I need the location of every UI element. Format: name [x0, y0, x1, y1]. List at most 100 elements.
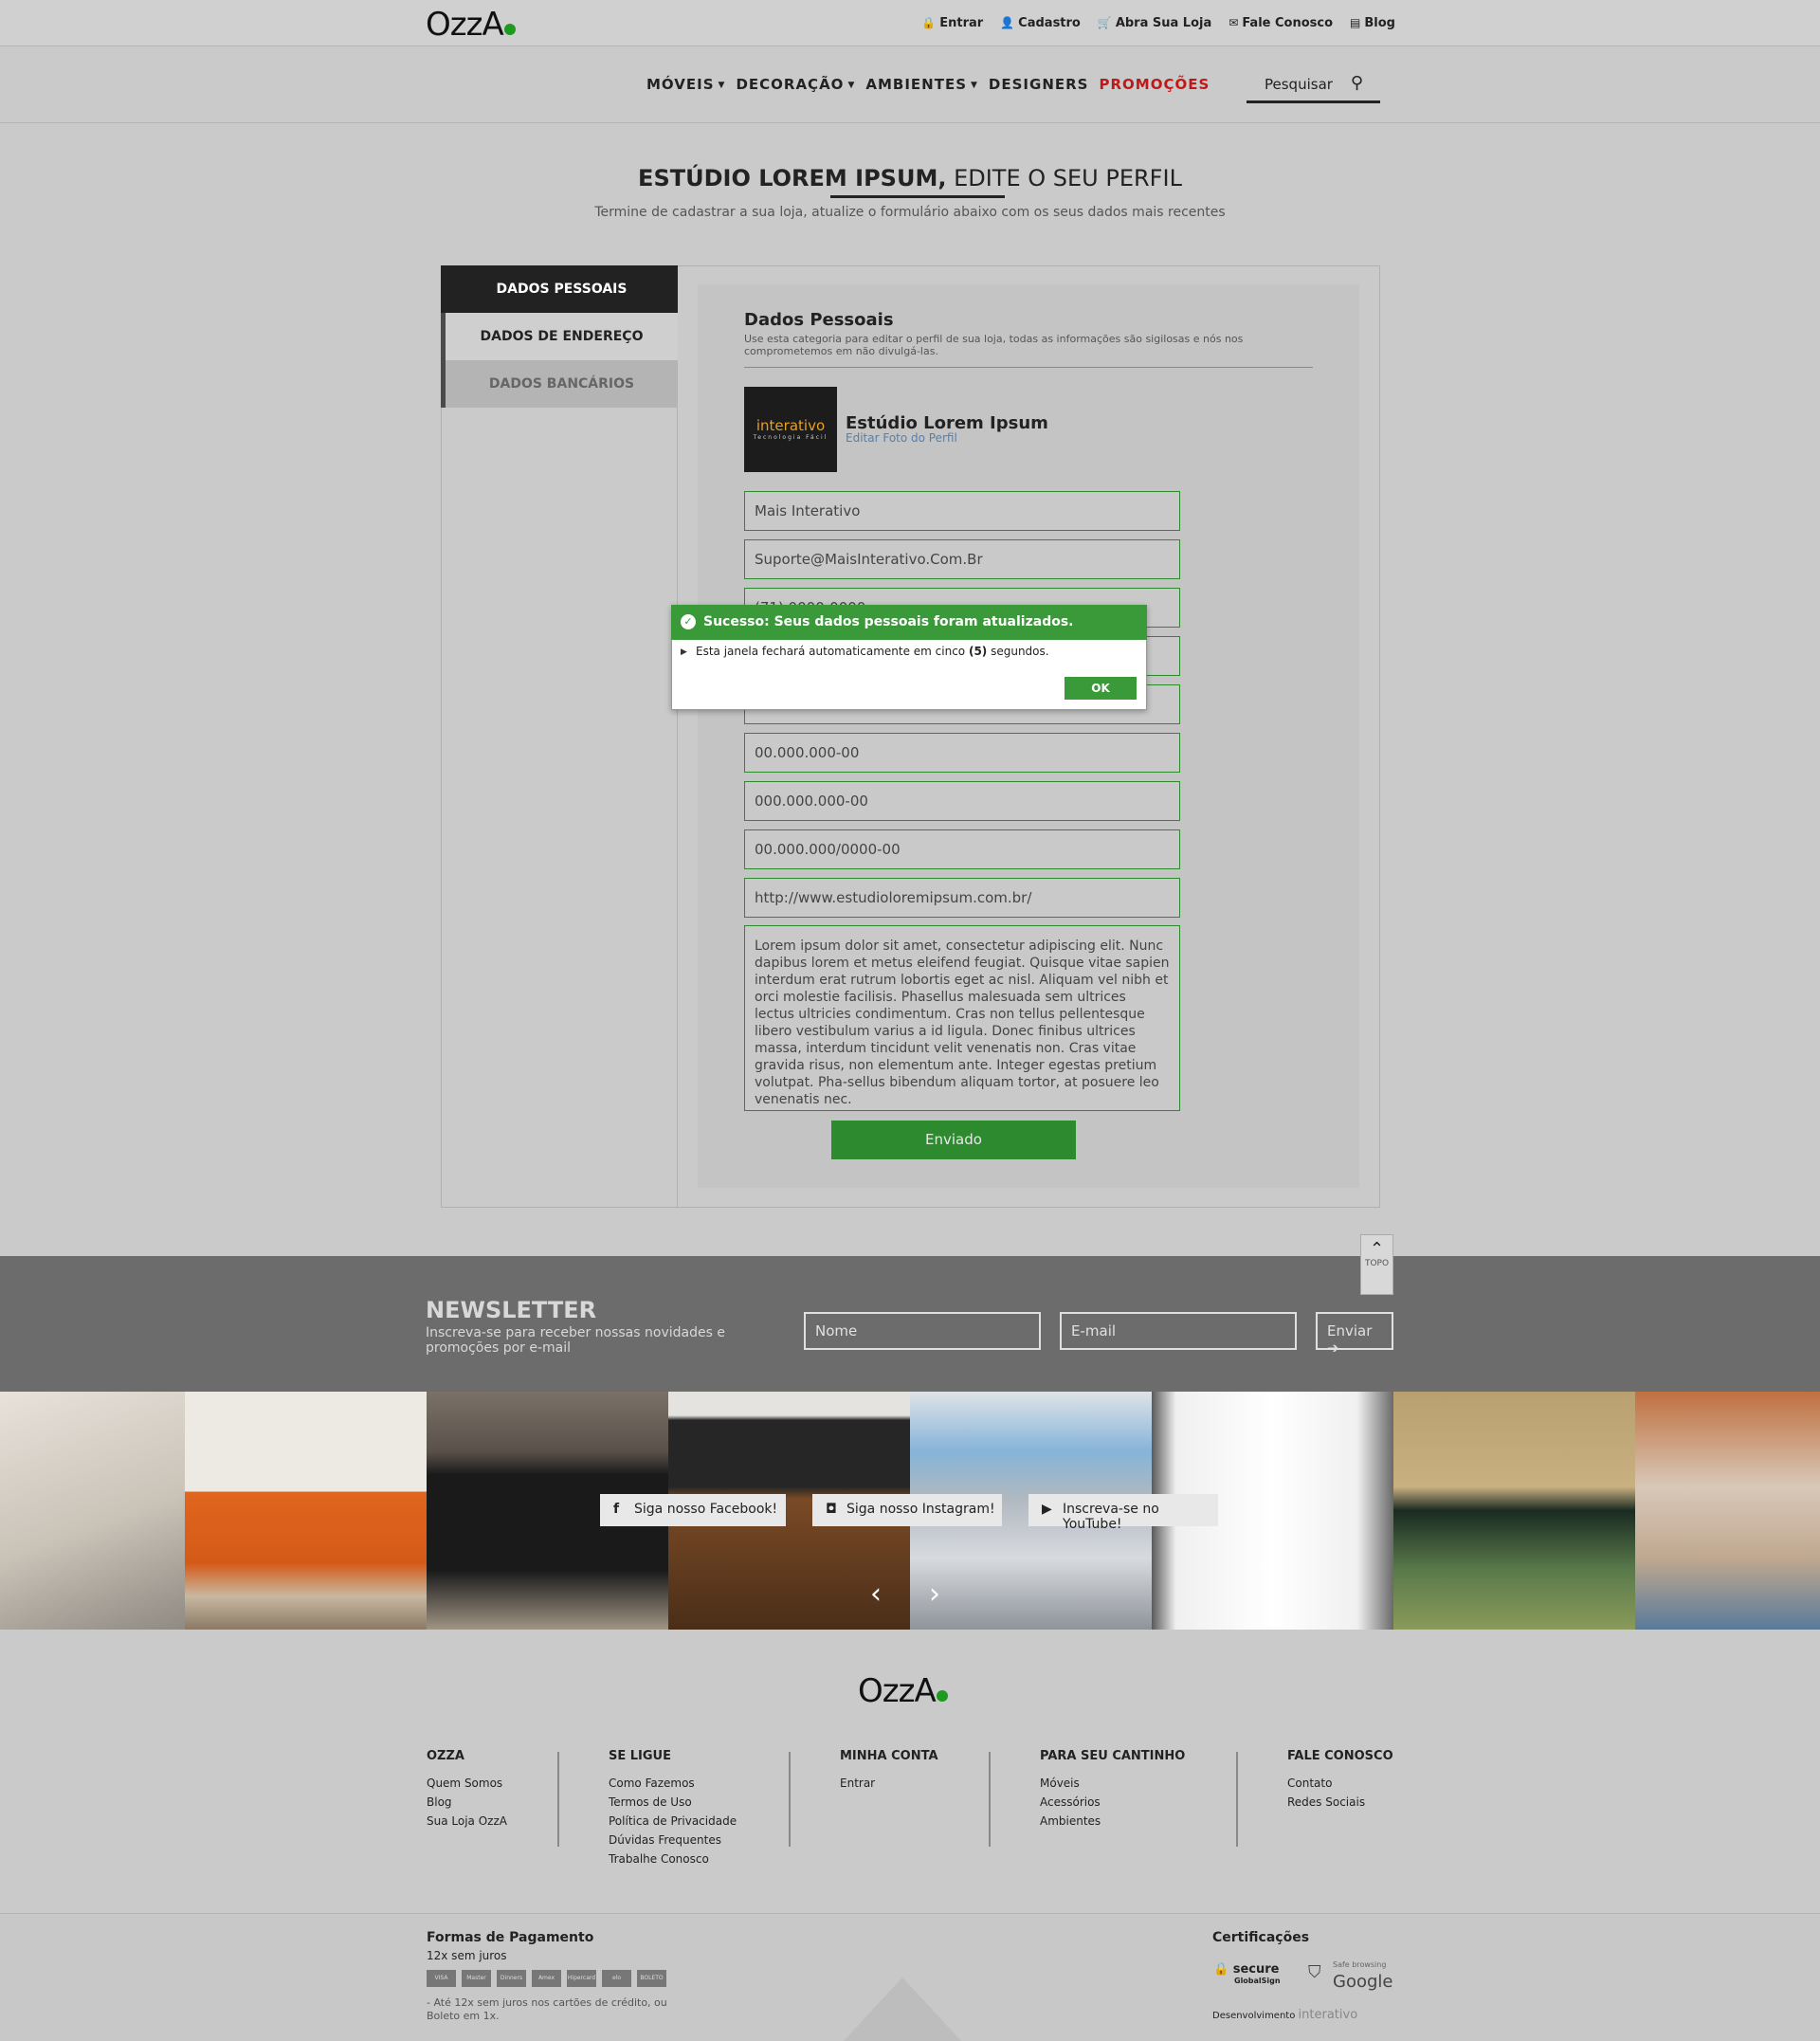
- logo-dot: [503, 24, 516, 35]
- footer-link[interactable]: Dúvidas Frequentes: [609, 1831, 737, 1850]
- footer-link[interactable]: Trabalhe Conosco: [609, 1850, 737, 1868]
- gallery-photo-sofa[interactable]: [0, 1392, 185, 1630]
- mastercard-icon: Master: [462, 1970, 491, 1987]
- amex-icon: Amex: [532, 1970, 561, 1987]
- search-input[interactable]: Pesquisar ⚲: [1247, 70, 1380, 103]
- gallery-prev-arrow[interactable]: ‹: [870, 1577, 882, 1611]
- payment-title: Formas de Pagamento: [427, 1930, 594, 1945]
- footer-link[interactable]: Redes Sociais: [1287, 1793, 1393, 1812]
- top-link-abra-sua-loja[interactable]: 🛒 Abra Sua Loja: [1098, 16, 1211, 30]
- footer-peak-decoration: [844, 1977, 961, 2041]
- youtube-icon: ▶: [1042, 1502, 1052, 1517]
- facebook-button[interactable]: f Siga nosso Facebook!: [600, 1494, 786, 1526]
- diners-icon: Dinners: [497, 1970, 526, 1987]
- search-icon[interactable]: ⚲: [1351, 73, 1363, 93]
- footer-column-se-ligue: SE LIGUE Como Fazemos Termos de Uso Polí…: [609, 1749, 737, 1868]
- edit-photo-link[interactable]: Editar Foto do Perfil: [846, 431, 957, 445]
- section-title: Dados Pessoais: [744, 310, 894, 330]
- caret-down-icon: ▼: [847, 81, 856, 90]
- title-underline: [830, 195, 1005, 198]
- cart-icon: 🛒: [1097, 16, 1112, 29]
- back-to-top-button[interactable]: ⌃ TOPO: [1360, 1234, 1393, 1295]
- top-bar: [0, 0, 1820, 46]
- user-icon: 👤: [1000, 16, 1015, 29]
- nav-item-decoracao[interactable]: DECORAÇÃO ▼: [736, 76, 855, 93]
- footer-column-ozza: OZZA Quem Somos Blog Sua Loja OzzA: [427, 1749, 507, 1831]
- footer-column-fale-conosco: FALE CONOSCO Contato Redes Sociais: [1287, 1749, 1393, 1812]
- footer-link[interactable]: Acessórios: [1040, 1793, 1185, 1812]
- nav-item-designers[interactable]: DESIGNERS: [989, 76, 1089, 93]
- instagram-button[interactable]: ◘ Siga nosso Instagram!: [812, 1494, 1002, 1526]
- footer-link[interactable]: Sua Loja OzzA: [427, 1812, 507, 1831]
- footer-link[interactable]: Contato: [1287, 1774, 1393, 1793]
- tab-dados-endereco[interactable]: DADOS DE ENDEREÇO: [441, 313, 678, 360]
- globalsign-seal: 🔒 secure GlobalSign: [1213, 1962, 1281, 1985]
- footer-column-minha-conta: MINHA CONTA Entrar: [840, 1749, 938, 1793]
- section-divider: [744, 367, 1313, 368]
- developer-credit: Desenvolvimento interativo: [1212, 2008, 1358, 2022]
- payment-note: - Até 12x sem juros nos cartões de crédi…: [427, 1996, 667, 2022]
- top-link-entrar[interactable]: 🔒 Entrar: [921, 16, 983, 30]
- check-circle-icon: ✓: [681, 614, 696, 629]
- footer-link[interactable]: Móveis: [1040, 1774, 1185, 1793]
- blog-icon: ▤: [1350, 16, 1361, 29]
- top-link-blog[interactable]: ▤ Blog: [1350, 16, 1395, 30]
- top-links: 🔒 Entrar 👤 Cadastro 🛒 Abra Sua Loja ✉ Fale C…: [921, 16, 1395, 30]
- email-field[interactable]: Suporte@MaisInterativo.Com.Br: [744, 539, 1180, 579]
- instagram-icon: ◘: [826, 1502, 837, 1517]
- top-link-cadastro[interactable]: 👤 Cadastro: [1000, 16, 1081, 30]
- footer-link[interactable]: Quem Somos: [427, 1774, 507, 1793]
- dialog-message: Esta janela fechará automaticamente em c…: [696, 645, 1049, 658]
- company-name-field[interactable]: Mais Interativo: [744, 491, 1180, 531]
- nav-item-moveis[interactable]: MÓVEIS ▼: [646, 76, 725, 93]
- about-textarea[interactable]: Lorem ipsum dolor sit amet, consectetur …: [744, 925, 1180, 1111]
- elo-icon: elo: [602, 1970, 631, 1987]
- lock-icon: 🔒: [921, 16, 937, 29]
- ok-button[interactable]: OK: [1065, 677, 1137, 700]
- hipercard-icon: Hipercard: [567, 1970, 596, 1987]
- newsletter-subtitle: Inscreva-se para receber nossas novidade…: [426, 1325, 725, 1356]
- avatar[interactable]: interativo Tecnologia Fácil: [744, 387, 837, 472]
- facebook-icon: f: [613, 1502, 620, 1517]
- gallery-next-arrow[interactable]: ›: [929, 1577, 940, 1611]
- newsletter-email-input[interactable]: E-mail: [1060, 1312, 1297, 1350]
- visa-icon: VISA: [427, 1970, 456, 1987]
- gallery-photo-orange-sideboard[interactable]: [185, 1392, 427, 1630]
- footer-link[interactable]: Política de Privacidade: [609, 1812, 737, 1831]
- nav-item-ambientes[interactable]: AMBIENTES ▼: [865, 76, 978, 93]
- submit-button[interactable]: Enviado: [831, 1121, 1076, 1159]
- site-logo[interactable]: OzzA: [426, 6, 516, 44]
- google-safe-browsing-seal: ⛉ Safe browsing Google: [1308, 1960, 1393, 1992]
- rg-field[interactable]: 00.000.000-00: [744, 733, 1180, 773]
- nav-item-promocoes[interactable]: PROMOÇÕES: [1099, 76, 1210, 93]
- tab-dados-pessoais[interactable]: DADOS PESSOAIS: [441, 265, 678, 313]
- mail-icon: ✉: [1228, 16, 1239, 29]
- certifications-title: Certificações: [1212, 1930, 1310, 1945]
- footer-link[interactable]: Termos de Uso: [609, 1793, 737, 1812]
- footer-logo[interactable]: OzzA: [858, 1672, 948, 1710]
- newsletter-name-input[interactable]: Nome: [804, 1312, 1041, 1350]
- lock-icon: 🔒: [1213, 1962, 1229, 1977]
- logo-dot: [936, 1690, 948, 1702]
- footer-separator: [1236, 1752, 1238, 1847]
- profile-name: Estúdio Lorem Ipsum: [846, 413, 1048, 433]
- footer-separator: [557, 1752, 559, 1847]
- gallery-photo-lamp[interactable]: [1635, 1392, 1820, 1630]
- newsletter-submit-button[interactable]: Enviar ➔: [1316, 1312, 1393, 1357]
- gallery-photo-chair[interactable]: [1393, 1392, 1635, 1630]
- page-title: ESTÚDIO LOREM IPSUM, EDITE O SEU PERFIL: [638, 165, 1182, 191]
- tab-dados-bancarios[interactable]: DADOS BANCÁRIOS: [441, 360, 678, 408]
- cpf-field[interactable]: 000.000.000-00: [744, 781, 1180, 821]
- footer-link[interactable]: Entrar: [840, 1774, 938, 1793]
- top-link-fale-conosco[interactable]: ✉ Fale Conosco: [1228, 16, 1333, 30]
- youtube-button[interactable]: ▶ Inscreva-se no YouTube!: [1028, 1494, 1218, 1532]
- website-field[interactable]: http://www.estudioloremipsum.com.br/: [744, 878, 1180, 918]
- chevron-up-icon: ⌃: [1369, 1239, 1385, 1259]
- footer-link[interactable]: Ambientes: [1040, 1812, 1185, 1831]
- footer-link[interactable]: Blog: [427, 1793, 507, 1812]
- footer-link[interactable]: Como Fazemos: [609, 1774, 737, 1793]
- payment-subtitle: 12x sem juros: [427, 1949, 507, 1962]
- page-subtitle: Termine de cadastrar a sua loja, atualiz…: [594, 205, 1226, 220]
- shield-icon: ⛉: [1308, 1962, 1321, 1982]
- cnpj-field[interactable]: 00.000.000/0000-00: [744, 829, 1180, 869]
